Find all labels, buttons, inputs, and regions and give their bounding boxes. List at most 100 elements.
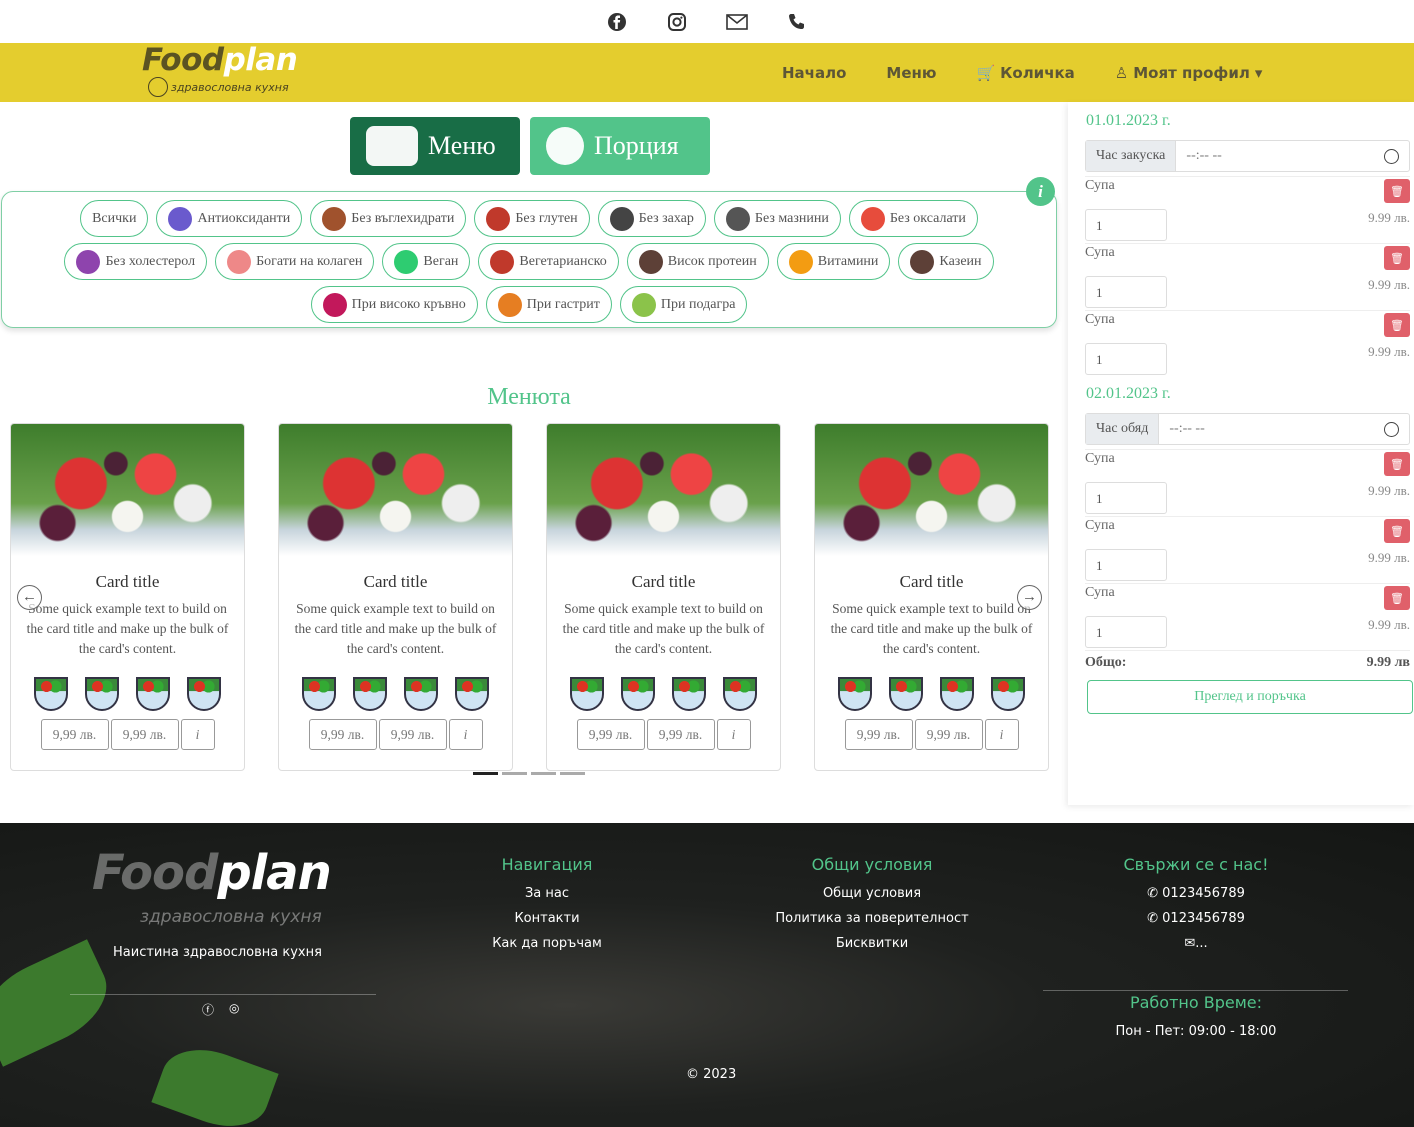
main-navbar: Foodplan здравословна кухня Начало Меню …	[0, 43, 1414, 102]
delivery-time-input[interactable]: Час обяд --:-- --	[1085, 413, 1410, 445]
footer-link-contacts[interactable]: Контакти	[487, 911, 607, 926]
footer-navigation: Навигация За нас Контакти Как да поръчам	[487, 855, 607, 961]
footer-logo-plan: plan	[217, 845, 331, 901]
filter-chip[interactable]: Всички	[80, 200, 149, 237]
filter-chip-icon	[631, 292, 656, 317]
carousel-dot[interactable]	[473, 772, 498, 775]
cart-item-price: 9.99 лв.	[1368, 617, 1410, 632]
footer-phone-2[interactable]: ✆ 0123456789	[1106, 911, 1286, 926]
lunchbox-icon	[366, 126, 418, 166]
filter-chip[interactable]: Без оксалати	[848, 200, 978, 237]
facebook-icon[interactable]: ⓕ	[202, 1001, 214, 1018]
card-info-button[interactable]: i	[716, 719, 751, 750]
filter-chip[interactable]: Без въглехидрати	[310, 200, 467, 237]
mail-icon[interactable]	[726, 11, 748, 33]
facebook-icon[interactable]	[606, 11, 628, 33]
card-meal-icons	[547, 677, 780, 711]
filter-chip[interactable]: Вегетарианско	[478, 243, 619, 280]
card-price-button[interactable]: 9,99 лв.	[378, 719, 447, 750]
cart-item-quantity-input[interactable]: 1	[1085, 276, 1167, 308]
section-title: Менюта	[487, 384, 571, 410]
cart-item-quantity-input[interactable]: 1	[1085, 616, 1167, 648]
footer-phone-1[interactable]: ✆ 0123456789	[1106, 886, 1286, 901]
carousel-dot[interactable]	[560, 772, 585, 775]
menu-card[interactable]: Card title Some quick example text to bui…	[546, 423, 781, 771]
menu-card[interactable]: Card title Some quick example text to bui…	[814, 423, 1049, 771]
instagram-icon[interactable]: ◎	[229, 1001, 239, 1018]
filter-chip[interactable]: Без холестерол	[64, 243, 208, 280]
card-price-button[interactable]: 9,99 лв.	[308, 719, 377, 750]
filter-chip[interactable]: Без захар	[597, 200, 706, 237]
menu-card[interactable]: Card title Some quick example text to bui…	[10, 423, 245, 771]
cart-item-quantity-input[interactable]: 1	[1085, 482, 1167, 514]
card-price-button[interactable]: 9,99 лв.	[576, 719, 645, 750]
card-info-button[interactable]: i	[984, 719, 1019, 750]
card-meal-icons	[11, 677, 244, 711]
carousel-dot[interactable]	[531, 772, 556, 775]
footer-link-cookies[interactable]: Бисквитки	[752, 936, 992, 951]
filter-chip-label: Без оксалати	[889, 210, 966, 226]
footer-link-about[interactable]: За нас	[487, 886, 607, 901]
mode-toggle: Меню Порция	[350, 117, 710, 175]
card-info-button[interactable]: i	[448, 719, 483, 750]
filter-chip[interactable]: Без глутен	[474, 200, 590, 237]
diet-filter-panel: Всички Антиоксиданти Без въглехидрати Без г…	[1, 191, 1057, 328]
salad-bowl-icon	[136, 677, 170, 711]
cart-item-quantity-input[interactable]: 1	[1085, 549, 1167, 581]
nav-link-cart[interactable]: 🛒 Количка	[976, 64, 1074, 82]
card-price-row: 9,99 лв. 9,99 лв. i	[547, 719, 780, 750]
filter-chip[interactable]: Без мазнини	[713, 200, 841, 237]
filter-chip-icon	[486, 206, 511, 231]
footer-email[interactable]: ✉...	[1106, 936, 1286, 951]
filter-chip[interactable]: Веган	[382, 243, 471, 280]
carousel-dot[interactable]	[502, 772, 527, 775]
portion-mode-label: Порция	[594, 131, 679, 160]
delivery-time-input[interactable]: Час закуска --:-- --	[1085, 140, 1410, 172]
card-price-button[interactable]: 9,99 лв.	[110, 719, 179, 750]
nav-link-profile[interactable]: ♙ Моят профил ▾	[1115, 64, 1263, 82]
card-text: Some quick example text to build on the …	[26, 601, 229, 656]
delete-item-button[interactable]: 🗑	[1384, 519, 1410, 543]
card-price-button[interactable]: 9,99 лв.	[40, 719, 109, 750]
menu-card[interactable]: Card title Some quick example text to bui…	[278, 423, 513, 771]
footer-link-privacy[interactable]: Политика за поверителност	[752, 911, 992, 926]
filter-chip[interactable]: Антиоксиданти	[156, 200, 303, 237]
filter-chip[interactable]: Висок протеин	[626, 243, 769, 280]
filter-info-button[interactable]: i	[1026, 177, 1055, 206]
bowl-icon	[546, 127, 584, 165]
total-label: Общо:	[1085, 655, 1127, 670]
filter-chip[interactable]: При подагра	[619, 286, 748, 323]
carousel-prev-arrow[interactable]: ←	[17, 585, 42, 610]
nav-link-home[interactable]: Начало	[782, 64, 846, 82]
card-price-button[interactable]: 9,99 лв.	[646, 719, 715, 750]
site-logo[interactable]: Foodplan здравословна кухня	[142, 43, 298, 102]
card-price-button[interactable]: 9,99 лв.	[914, 719, 983, 750]
filter-chip[interactable]: При гастрит	[485, 286, 612, 323]
phone-icon[interactable]	[786, 11, 808, 33]
filter-chip[interactable]: Богати на колаген	[215, 243, 375, 280]
delete-item-button[interactable]: 🗑	[1384, 179, 1410, 203]
card-info-button[interactable]: i	[180, 719, 215, 750]
filter-chip[interactable]: При високо кръвно	[310, 286, 478, 323]
filter-chip[interactable]: Витамини	[776, 243, 891, 280]
card-price-button[interactable]: 9,99 лв.	[844, 719, 913, 750]
review-order-button[interactable]: Преглед и поръчка	[1087, 680, 1413, 714]
footer-link-how-to-order[interactable]: Как да поръчам	[487, 936, 607, 951]
cart-total-row: Общо: 9.99 лв	[1085, 650, 1410, 671]
carousel-next-arrow[interactable]: →	[1017, 585, 1042, 610]
filter-chip[interactable]: Казеин	[898, 243, 994, 280]
delete-item-button[interactable]: 🗑	[1384, 586, 1410, 610]
nav-link-menu[interactable]: Меню	[886, 64, 936, 82]
cart-item-quantity-input[interactable]: 1	[1085, 209, 1167, 241]
delete-item-button[interactable]: 🗑	[1384, 246, 1410, 270]
footer-motto: Наистина здравословна кухня	[113, 945, 322, 960]
delete-item-button[interactable]: 🗑	[1384, 452, 1410, 476]
card-meal-icons	[815, 677, 1048, 711]
delete-item-button[interactable]: 🗑	[1384, 313, 1410, 337]
salad-bowl-icon	[187, 677, 221, 711]
cart-item-quantity-input[interactable]: 1	[1085, 343, 1167, 375]
instagram-icon[interactable]	[666, 11, 688, 33]
menu-mode-button[interactable]: Меню	[350, 117, 520, 175]
portion-mode-button[interactable]: Порция	[530, 117, 710, 175]
footer-link-terms[interactable]: Общи условия	[752, 886, 992, 901]
